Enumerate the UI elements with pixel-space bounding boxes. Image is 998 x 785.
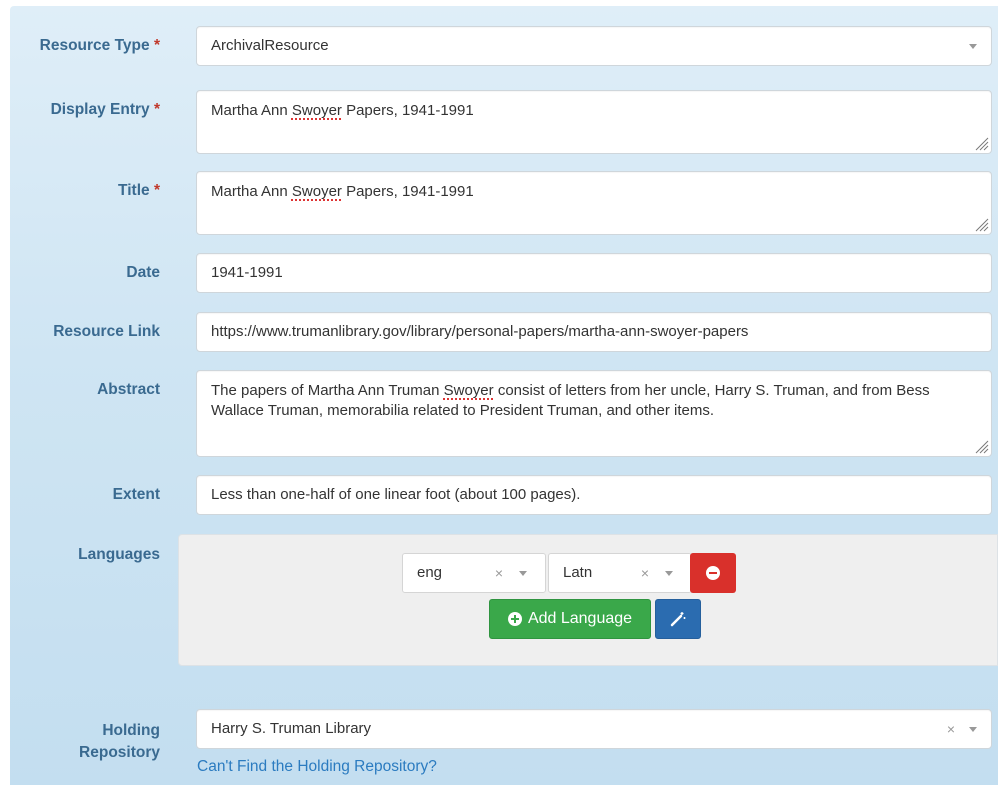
caret-down-icon	[969, 727, 977, 732]
holding-repository-value: Harry S. Truman Library	[211, 720, 372, 737]
resource-link-input[interactable]: https://www.trumanlibrary.gov/library/pe…	[196, 312, 992, 352]
display-entry-misspelled-word: Swoyer	[291, 102, 342, 119]
resource-type-value: ArchivalResource	[211, 37, 329, 54]
required-mark: *	[153, 37, 160, 54]
magic-wand-button[interactable]	[655, 599, 701, 639]
remove-language-button[interactable]	[690, 553, 736, 593]
resource-type-label-text: Resource Type	[39, 37, 150, 54]
magic-wand-icon	[670, 612, 686, 627]
resource-link-value: https://www.trumanlibrary.gov/library/pe…	[211, 323, 749, 340]
caret-down-icon	[519, 571, 527, 576]
languages-label: Languages	[78, 546, 160, 563]
caret-down-icon	[665, 571, 673, 576]
date-label: Date	[126, 264, 160, 281]
date-value: 1941-1991	[211, 264, 283, 281]
resize-grip-icon[interactable]	[973, 216, 989, 232]
abstract-misspelled-word: Swoyer	[443, 382, 494, 399]
title-value-pre: Martha Ann	[211, 183, 292, 200]
caret-down-icon	[969, 44, 977, 49]
display-entry-value-pre: Martha Ann	[211, 102, 292, 119]
holding-repository-label-line2: Repository	[79, 744, 160, 761]
holding-repository-label-line1: Holding	[102, 722, 160, 739]
cant-find-repository-link[interactable]: Can't Find the Holding Repository?	[197, 758, 437, 776]
required-mark: *	[153, 182, 160, 199]
clear-icon[interactable]: ×	[495, 554, 503, 592]
add-language-label: Add Language	[527, 610, 633, 627]
add-language-button[interactable]: Add Language	[489, 599, 651, 639]
abstract-label: Abstract	[97, 381, 160, 398]
resource-link-label: Resource Link	[53, 323, 160, 340]
title-value-post: Papers, 1941-1991	[341, 183, 474, 200]
languages-panel: eng × Latn × Add Language	[178, 534, 998, 666]
display-entry-label: Display Entry *	[10, 101, 160, 119]
extent-value: Less than one-half of one linear foot (a…	[211, 486, 581, 503]
abstract-value-pre: The papers of Martha Ann Truman	[211, 382, 444, 399]
clear-icon[interactable]: ×	[641, 554, 649, 592]
extent-input[interactable]: Less than one-half of one linear foot (a…	[196, 475, 992, 515]
plus-circle-icon	[507, 612, 522, 626]
title-label: Title *	[10, 182, 160, 200]
holding-repository-label: Holding Repository	[10, 720, 160, 764]
resource-form-panel: Resource Type * ArchivalResource Display…	[10, 6, 998, 785]
clear-icon[interactable]: ×	[947, 710, 955, 748]
holding-repository-select[interactable]: Harry S. Truman Library ×	[196, 709, 992, 749]
display-entry-label-text: Display Entry	[50, 101, 150, 118]
title-misspelled-word: Swoyer	[291, 183, 342, 200]
resource-type-label: Resource Type *	[10, 37, 160, 55]
date-input[interactable]: 1941-1991	[196, 253, 992, 293]
display-entry-value-post: Papers, 1941-1991	[341, 102, 474, 119]
language-value: eng	[417, 564, 443, 581]
minus-circle-icon	[706, 566, 720, 580]
resize-grip-icon[interactable]	[973, 135, 989, 151]
title-label-text: Title	[118, 182, 150, 199]
abstract-textarea[interactable]: The papers of Martha Ann Truman Swoyer c…	[196, 370, 992, 457]
display-entry-textarea[interactable]: Martha Ann Swoyer Papers, 1941-1991	[196, 90, 992, 154]
script-value: Latn	[563, 564, 593, 581]
resource-type-select[interactable]: ArchivalResource	[196, 26, 992, 66]
extent-label: Extent	[112, 486, 160, 503]
required-mark: *	[153, 101, 160, 118]
title-textarea[interactable]: Martha Ann Swoyer Papers, 1941-1991	[196, 171, 992, 235]
resize-grip-icon[interactable]	[973, 438, 989, 454]
script-select[interactable]: Latn ×	[548, 553, 692, 593]
language-select[interactable]: eng ×	[402, 553, 546, 593]
